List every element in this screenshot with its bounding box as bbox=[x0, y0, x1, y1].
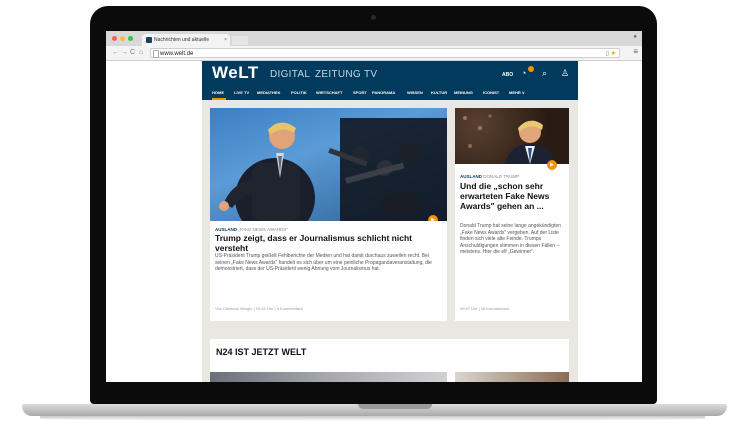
laptop-notch bbox=[358, 404, 432, 409]
main-article-topic[interactable]: „FAKE NEWS AWARDS" bbox=[238, 227, 288, 232]
trump-portrait-photo bbox=[463, 114, 555, 164]
webcam bbox=[371, 15, 376, 20]
abo-link[interactable]: ABO bbox=[502, 72, 513, 78]
n24-promo-image-2[interactable] bbox=[455, 372, 569, 382]
main-article-play-icon[interactable]: ▶ bbox=[428, 215, 438, 221]
notification-icon[interactable]: ◔ bbox=[521, 68, 526, 78]
welt-favicon-icon bbox=[146, 36, 152, 43]
nav-live-tv[interactable]: LIVE TV bbox=[234, 90, 249, 95]
main-article-kicker: AUSLAND „FAKE NEWS AWARDS" bbox=[215, 227, 288, 232]
laptop-screen: Nachrichten und aktuelle × ● ← → C ⌂ www… bbox=[106, 31, 642, 382]
side-article-play-icon[interactable]: ▶ bbox=[547, 160, 557, 170]
nav-kultur[interactable]: KULTUR bbox=[431, 90, 447, 95]
page-info-icon[interactable] bbox=[153, 50, 159, 58]
nav-mediathek[interactable]: MEDIATHEK bbox=[257, 90, 280, 95]
main-article-section[interactable]: AUSLAND bbox=[215, 227, 237, 232]
reader-icon[interactable]: ▯ bbox=[606, 51, 609, 57]
page-viewport: WeLT DIGITAL ZEITUNG TV ABO ◔ ⌕ ♙ HOME L… bbox=[106, 61, 642, 382]
maximize-window-button[interactable] bbox=[128, 36, 133, 41]
side-article-topic[interactable]: DONALD TRUMP bbox=[483, 174, 519, 179]
user-icon[interactable]: ♙ bbox=[561, 68, 569, 79]
nav-meinung[interactable]: MEINUNG bbox=[454, 90, 473, 95]
side-article-kicker: AUSLAND DONALD TRUMP bbox=[460, 174, 519, 179]
browser-tab-strip: Nachrichten und aktuelle × ● bbox=[106, 31, 642, 46]
laptop-shadow bbox=[40, 416, 705, 421]
nav-panorama[interactable]: PANORAMA bbox=[372, 90, 395, 95]
profile-icon[interactable]: ● bbox=[633, 34, 637, 40]
site-header: WeLT DIGITAL ZEITUNG TV ABO ◔ ⌕ ♙ HOME L… bbox=[202, 61, 578, 100]
side-article-section[interactable]: AUSLAND bbox=[460, 174, 482, 179]
nav-active-indicator bbox=[212, 98, 226, 100]
section-tv[interactable]: TV bbox=[364, 69, 377, 80]
address-bar[interactable]: www.welt.de ▯ ★ bbox=[150, 48, 620, 58]
main-article-teaser[interactable]: US-Präsident Trump geißelt Fehlberichte … bbox=[215, 253, 441, 273]
main-article-headline[interactable]: Trump zeigt, dass er Journalismus schlic… bbox=[215, 233, 445, 253]
nav-wirtschaft[interactable]: WIRTSCHAFT bbox=[316, 90, 342, 95]
reload-button[interactable]: C bbox=[130, 48, 135, 58]
side-article-image[interactable] bbox=[455, 108, 569, 164]
welt-page: WeLT DIGITAL ZEITUNG TV ABO ◔ ⌕ ♙ HOME L… bbox=[202, 61, 578, 382]
nav-home[interactable]: HOME bbox=[212, 90, 224, 95]
bookmark-star-icon[interactable]: ★ bbox=[611, 51, 616, 57]
side-article-headline[interactable]: Und die „schon sehr erwarteten Fake News… bbox=[460, 181, 566, 211]
section-zeitung[interactable]: ZEITUNG bbox=[315, 69, 361, 80]
close-window-button[interactable] bbox=[112, 36, 117, 41]
back-button[interactable]: ← bbox=[112, 48, 119, 58]
browser-menu-icon[interactable]: ≡ bbox=[633, 47, 638, 56]
main-article-meta: Von Clemens Wergin | 09:44 Uhr | 5 Komme… bbox=[215, 306, 303, 311]
minimize-window-button[interactable] bbox=[120, 36, 125, 41]
browser-toolbar: ← → C ⌂ www.welt.de ▯ ★ ≡ bbox=[106, 46, 642, 61]
tab-title: Nachrichten und aktuelle bbox=[154, 37, 210, 43]
nav-sport[interactable]: SPORT bbox=[353, 90, 367, 95]
nav-wissen[interactable]: WISSEN bbox=[407, 90, 423, 95]
n24-promo-image-1[interactable] bbox=[210, 372, 447, 382]
new-tab-button[interactable] bbox=[232, 36, 248, 45]
forward-button[interactable]: → bbox=[121, 48, 128, 58]
side-article-teaser[interactable]: Donald Trump hat seine lange angekündigt… bbox=[460, 223, 568, 256]
section-digital[interactable]: DIGITAL bbox=[270, 69, 310, 80]
nav-politik[interactable]: POLITIK bbox=[291, 90, 307, 95]
nav-mehr[interactable]: MEHR ∨ bbox=[509, 90, 525, 95]
n24-promo-title[interactable]: N24 IST JETZT WELT bbox=[216, 347, 306, 357]
search-icon[interactable]: ⌕ bbox=[542, 68, 547, 79]
tab-close-icon[interactable]: × bbox=[224, 34, 227, 46]
notification-badge bbox=[528, 66, 534, 72]
home-button[interactable]: ⌂ bbox=[139, 48, 143, 58]
laptop-base bbox=[22, 404, 727, 416]
main-article-card[interactable]: ▶ AUSLAND „FAKE NEWS AWARDS" Trump zeigt… bbox=[210, 108, 447, 321]
browser-tab[interactable]: Nachrichten und aktuelle × bbox=[142, 34, 230, 46]
welt-logo[interactable]: WeLT bbox=[212, 63, 259, 83]
url-text: www.welt.de bbox=[160, 51, 194, 57]
nav-iconist[interactable]: ICONIST bbox=[483, 90, 499, 95]
main-article-image[interactable]: ▶ bbox=[210, 108, 447, 221]
n24-promo-section: N24 IST JETZT WELT bbox=[210, 339, 569, 382]
side-article-meta: 09:47 Uhr | 26 Kommentare bbox=[460, 306, 510, 311]
side-article-card[interactable]: ▶ AUSLAND DONALD TRUMP Und die „schon se… bbox=[455, 108, 569, 321]
trump-press-photo bbox=[219, 118, 447, 221]
